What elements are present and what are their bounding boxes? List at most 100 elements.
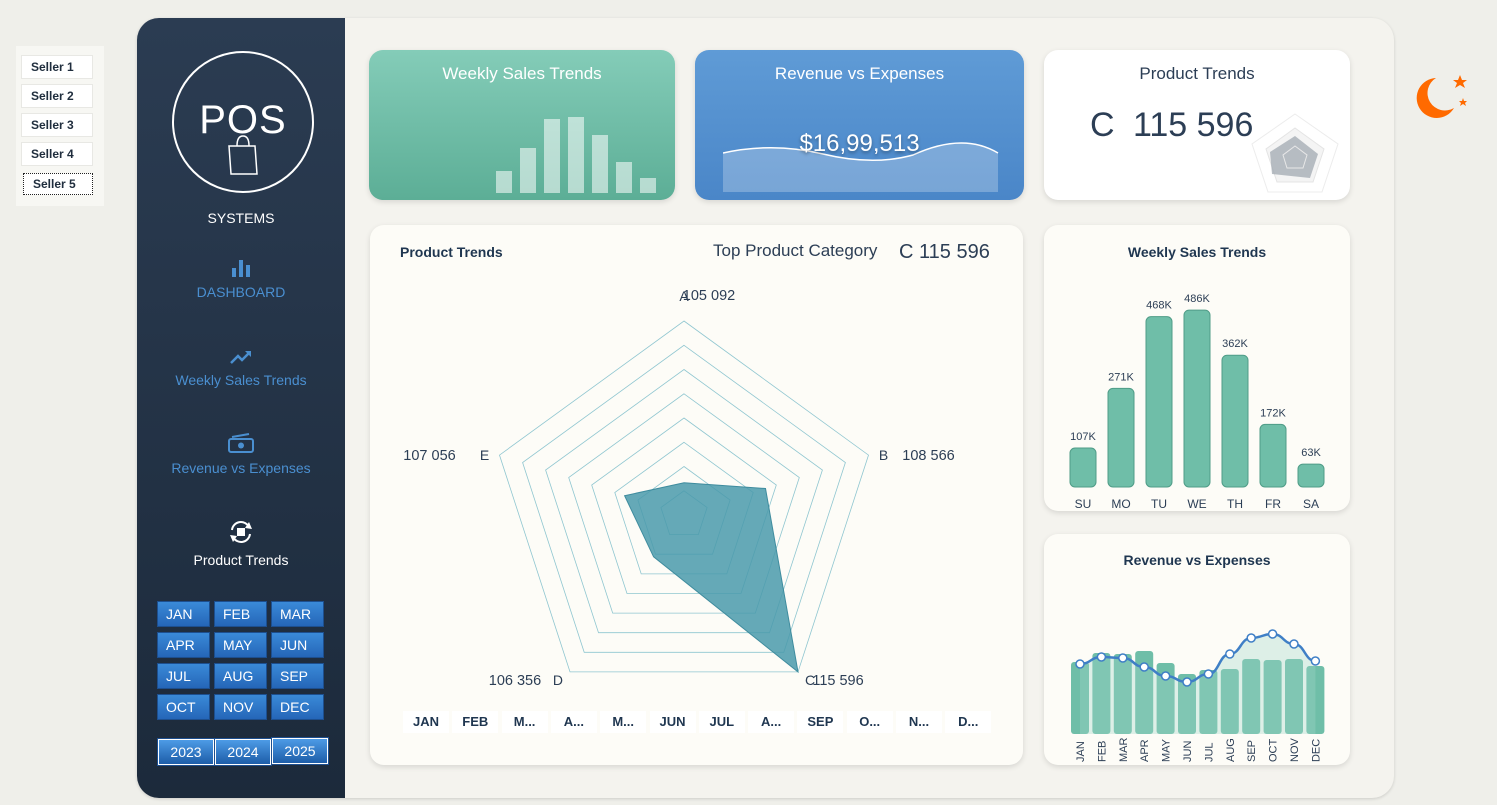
revenue-month-tick: SEP xyxy=(1246,740,1258,762)
weekly-sales-tick-label: WE xyxy=(1187,497,1206,511)
kpi-product-mini-radar xyxy=(1251,113,1339,193)
radar-month-item[interactable]: O... xyxy=(846,711,893,733)
kpi-product-category: C xyxy=(1090,106,1115,144)
nav-revenue-expenses-label: Revenue vs Expenses xyxy=(171,460,311,476)
dark-mode-moon-icon[interactable] xyxy=(1414,72,1470,122)
revenue-month-tick: OCT xyxy=(1268,739,1280,763)
revenue-month-tick: FEB xyxy=(1096,741,1108,762)
month-dec-button[interactable]: DEC xyxy=(271,694,324,720)
weekly-sales-bar xyxy=(1107,387,1135,488)
kpi-weekly-sales-sparkbars xyxy=(496,117,656,193)
expenses-point xyxy=(1310,656,1321,666)
trend-up-icon xyxy=(230,351,251,364)
revenue-month-tick: JUN xyxy=(1182,741,1194,762)
logo-subtitle: SYSTEMS xyxy=(207,210,275,226)
seller-4-button[interactable]: Seller 4 xyxy=(21,142,93,166)
kpi-weekly-sales-title: Weekly Sales Trends xyxy=(442,64,602,83)
weekly-sales-data-label: 107K xyxy=(1070,431,1096,443)
weekly-sales-tick-label: SU xyxy=(1075,497,1092,511)
weekly-sales-panel: Weekly Sales Trends 107K SU 271K MO 468K TU 48… xyxy=(1044,225,1350,511)
radar-chart: A105 092B 108 566C115 596D106 356E107 056 xyxy=(403,288,954,689)
revenue-expenses-panel: Revenue vs Expenses JAN FEB MAR APR MAY JUN JU… xyxy=(1044,534,1350,765)
month-feb-button[interactable]: FEB xyxy=(214,601,267,627)
radar-value-label: 105 092 xyxy=(683,288,735,304)
expenses-point xyxy=(1289,639,1299,649)
weekly-sales-data-label: 172K xyxy=(1260,407,1286,419)
kpi-product-card[interactable]: Product Trends C 115 596 xyxy=(1044,50,1350,200)
radar-month-item[interactable]: N... xyxy=(896,711,942,733)
radar-month-item[interactable]: M... xyxy=(600,711,647,733)
nav-weekly-sales[interactable]: Weekly Sales Trends xyxy=(137,348,345,388)
sidebar: POS SYSTEMS DASHBOARD Weekly Sales Trend… xyxy=(137,18,345,798)
radar-month-item[interactable]: JUN xyxy=(649,711,696,733)
expenses-point xyxy=(1096,652,1107,662)
month-oct-button[interactable]: OCT xyxy=(157,694,210,720)
seller-3-button[interactable]: Seller 3 xyxy=(21,113,93,137)
seller-1-button[interactable]: Seller 1 xyxy=(21,55,93,79)
month-aug-button[interactable]: AUG xyxy=(214,663,267,689)
kpi-spark-bar xyxy=(544,119,560,193)
money-icon xyxy=(228,433,254,453)
weekly-sales-tick-label: TH xyxy=(1227,497,1243,511)
weekly-sales-tick-label: SA xyxy=(1303,497,1319,511)
weekly-sales-tick-label: FR xyxy=(1265,497,1281,511)
weekly-sales-bar xyxy=(1183,309,1211,488)
expenses-point xyxy=(1139,662,1149,672)
kpi-revenue-card[interactable]: Revenue vs Expenses $16,99,513 xyxy=(695,50,1024,200)
weekly-sales-data-label: 63K xyxy=(1301,447,1321,459)
radar-month-item[interactable]: A... xyxy=(550,711,597,733)
weekly-sales-bar xyxy=(1297,463,1325,488)
weekly-sales-tick-label: TU xyxy=(1151,497,1167,511)
radar-month-item[interactable]: JUL xyxy=(698,711,745,733)
month-jun-button[interactable]: JUN xyxy=(271,632,324,658)
nav-dashboard[interactable]: DASHBOARD xyxy=(137,258,345,300)
year-2024-button[interactable]: 2024 xyxy=(214,738,272,766)
radar-month-item[interactable]: SEP xyxy=(797,711,844,733)
month-apr-button[interactable]: APR xyxy=(157,632,210,658)
radar-value-label: 108 566 xyxy=(902,448,954,464)
year-2025-button[interactable]: 2025 xyxy=(271,737,329,765)
nav-product-trends-label: Product Trends xyxy=(193,552,289,568)
expenses-area xyxy=(1080,634,1316,734)
product-cycle-icon xyxy=(230,521,252,543)
nav-product-trends[interactable]: Product Trends xyxy=(137,518,345,568)
expenses-point xyxy=(1118,653,1128,663)
radar-value-label: 106 356 xyxy=(489,673,541,689)
month-sep-button[interactable]: SEP xyxy=(271,663,324,689)
kpi-spark-bar xyxy=(568,117,584,193)
radar-month-item[interactable]: M... xyxy=(501,711,548,733)
expenses-point xyxy=(1246,633,1256,643)
radar-month-item[interactable]: A... xyxy=(748,711,795,733)
revenue-expenses-chart: JAN FEB MAR APR MAY JUN JUL AUG SEP OCT NOV DEC xyxy=(1071,629,1325,763)
radar-value-label: 115 596 xyxy=(812,673,863,689)
radar-month-item[interactable]: JAN xyxy=(403,711,449,733)
dashboard-board: POS SYSTEMS DASHBOARD Weekly Sales Trend… xyxy=(137,18,1394,798)
weekly-sales-chart: 107K SU 271K MO 468K TU 486K WE 362K TH 172K FR 63K S… xyxy=(1069,293,1325,511)
expenses-point xyxy=(1203,669,1214,679)
radar-axis-label: B xyxy=(879,447,888,463)
month-mar-button[interactable]: MAR xyxy=(271,601,324,627)
month-jul-button[interactable]: JUL xyxy=(157,663,210,689)
month-jan-button[interactable]: JAN xyxy=(157,601,210,627)
weekly-sales-bar xyxy=(1221,354,1249,488)
expenses-point xyxy=(1225,649,1235,659)
nav-dashboard-label: DASHBOARD xyxy=(196,284,286,300)
seller-5-button[interactable]: Seller 5 xyxy=(23,173,93,195)
radar-month-slicer: JAN FEB M... A... M... JUN JUL A... SEP O... N... D… xyxy=(403,711,993,733)
month-may-button[interactable]: MAY xyxy=(214,632,267,658)
revenue-month-tick: MAR xyxy=(1118,738,1130,763)
kpi-weekly-sales-card[interactable]: Weekly Sales Trends xyxy=(369,50,675,200)
seller-2-button[interactable]: Seller 2 xyxy=(21,84,93,108)
month-nov-button[interactable]: NOV xyxy=(214,694,267,720)
radar-month-item[interactable]: D... xyxy=(945,711,992,733)
kpi-product-value: 115 596 xyxy=(1133,106,1254,144)
nav-revenue-expenses[interactable]: Revenue vs Expenses xyxy=(137,432,345,476)
shopping-bag-icon xyxy=(228,135,258,175)
radar-series-area xyxy=(623,482,799,674)
year-2023-button[interactable]: 2023 xyxy=(157,738,215,766)
radar-month-item[interactable]: FEB xyxy=(452,711,499,733)
weekly-sales-data-label: 468K xyxy=(1146,300,1172,312)
revenue-month-tick: JAN xyxy=(1075,741,1087,762)
kpi-revenue-value: $16,99,513 xyxy=(799,130,920,157)
expenses-point xyxy=(1267,629,1278,639)
